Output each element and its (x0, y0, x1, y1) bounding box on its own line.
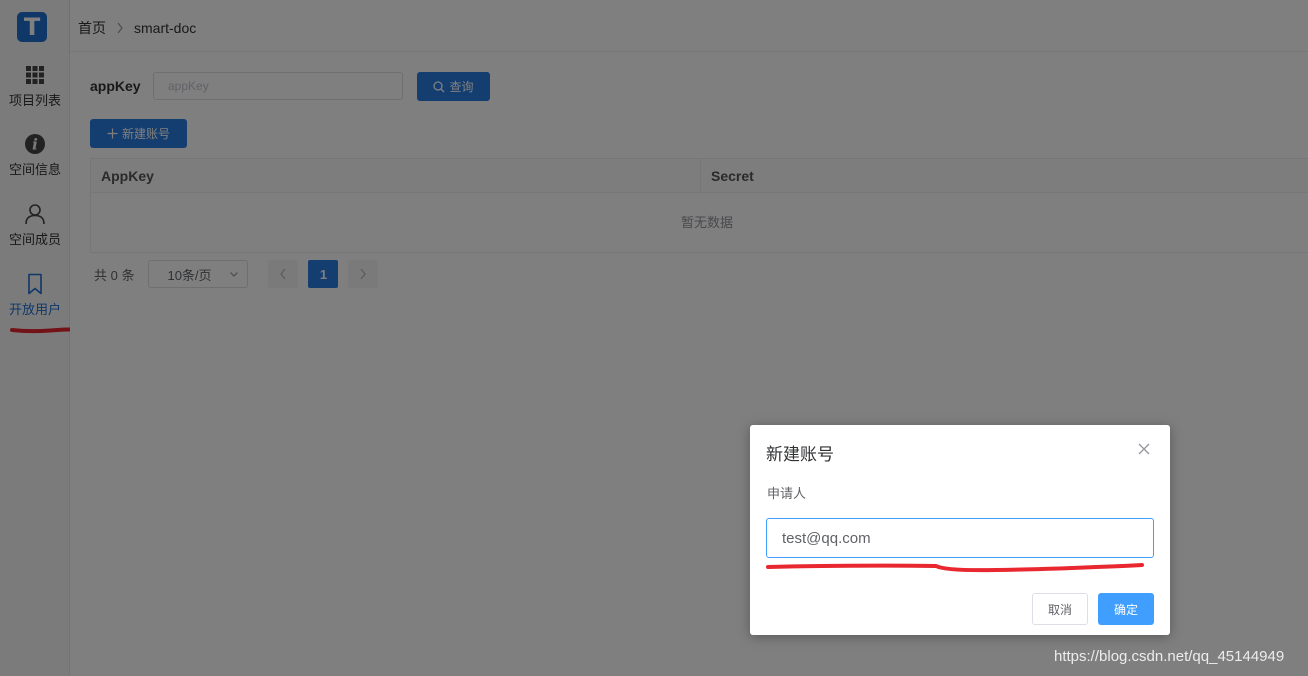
confirm-button[interactable]: 确定 (1098, 593, 1154, 625)
new-account-dialog: 新建账号 申请人 取消 确定 (750, 425, 1170, 635)
annotation-underline (766, 563, 1144, 573)
cancel-button[interactable]: 取消 (1032, 593, 1088, 625)
close-icon[interactable] (1136, 441, 1152, 457)
dialog-title: 新建账号 (766, 445, 834, 464)
applicant-input[interactable] (766, 518, 1154, 558)
applicant-label: 申请人 (767, 486, 807, 501)
watermark-text: https://blog.csdn.net/qq_45144949 (1054, 648, 1285, 665)
app-window: T 项目列表 i 空间信息 空间成员 (0, 0, 1308, 676)
